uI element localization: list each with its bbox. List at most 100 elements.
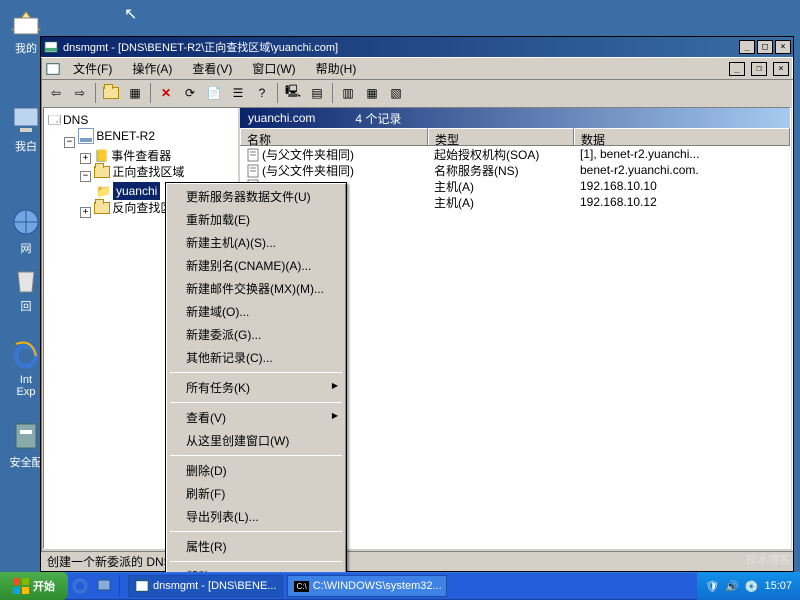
cm-all-tasks[interactable]: 所有任务(K) — [168, 376, 344, 399]
cm-other-new[interactable]: 其他新记录(C)... — [168, 346, 344, 369]
help-button[interactable]: ? — [251, 82, 273, 104]
zone-icon: 📁 — [96, 183, 111, 199]
toolbar: ⇦ ⇨ ▦ ✕ ⟳ 📄 ☰ ? 🖳 ▤ ▥ ▦ ▧ — [41, 79, 793, 105]
list-columns: 名称 类型 数据 — [240, 128, 790, 146]
quicklaunch-ie[interactable] — [68, 575, 92, 597]
separator — [170, 455, 342, 456]
dns-mmc-window: dnsmgmt - [DNS\BENET-R2\正向查找区域\yuanchi.c… — [40, 36, 794, 572]
menu-window[interactable]: 窗口(W) — [244, 58, 303, 79]
cm-properties[interactable]: 属性(R) — [168, 535, 344, 558]
clock[interactable]: 15:07 — [764, 580, 792, 592]
close-button[interactable]: × — [775, 40, 791, 54]
record-count: 4 个记录 — [355, 110, 401, 127]
cmd-icon: C:\ — [294, 581, 308, 592]
properties-button[interactable]: ☰ — [227, 82, 249, 104]
menubar: 文件(F) 操作(A) 查看(V) 窗口(W) 帮助(H) _ ❐ × — [41, 57, 793, 79]
list-header: yuanchi.com 4 个记录 — [240, 108, 790, 128]
folder-icon — [94, 166, 110, 178]
task-dnsmgmt[interactable]: dnsmgmt - [DNS\BENE... — [128, 575, 283, 597]
maximize-button[interactable]: □ — [757, 40, 773, 54]
task-label: dnsmgmt - [DNS\BENE... — [153, 580, 276, 592]
server-icon — [78, 128, 94, 144]
tree-zone-yuanchi[interactable]: 📁 yuanchi — [96, 182, 160, 200]
app-icon — [43, 39, 59, 55]
task-label: C:\WINDOWS\system32... — [313, 580, 442, 592]
tool-3[interactable]: ▥ — [337, 82, 359, 104]
tree-forward-zone[interactable]: 正向查找区域 — [94, 164, 184, 180]
menu-file[interactable]: 文件(F) — [65, 58, 120, 79]
tray-icon[interactable]: 🛡 — [705, 580, 719, 593]
col-type[interactable]: 类型 — [428, 128, 574, 145]
start-label: 开始 — [33, 578, 55, 594]
separator — [170, 372, 342, 373]
cm-refresh[interactable]: 刷新(F) — [168, 482, 344, 505]
child-restore-button[interactable]: ❐ — [751, 62, 767, 76]
desktop-label: 我的 — [15, 43, 37, 55]
system-tray[interactable]: 🛡 🔊 💿 15:07 — [697, 572, 800, 600]
zone-name: yuanchi.com — [248, 111, 315, 125]
separator — [170, 561, 342, 562]
window-title: dnsmgmt - [DNS\BENET-R2\正向查找区域\yuanchi.c… — [63, 39, 737, 55]
tree-server[interactable]: BENET-R2 — [78, 128, 155, 144]
content-area: 🗔 DNS − BENET-R2 — [43, 107, 791, 549]
menu-help[interactable]: 帮助(H) — [308, 58, 365, 79]
cm-update-file[interactable]: 更新服务器数据文件(U) — [168, 185, 344, 208]
separator — [170, 402, 342, 403]
expander-icon[interactable]: − — [64, 137, 75, 148]
export-button[interactable]: 📄 — [203, 82, 225, 104]
child-minimize-button[interactable]: _ — [729, 62, 745, 76]
quicklaunch-desktop[interactable] — [92, 575, 116, 597]
tool-2[interactable]: ▤ — [306, 82, 328, 104]
cm-new-alias[interactable]: 新建别名(CNAME)(A)... — [168, 254, 344, 277]
desktop-label: IntExp — [17, 374, 36, 398]
tray-icon[interactable]: 💿 — [745, 580, 759, 593]
cm-new-mx[interactable]: 新建邮件交换器(MX)(M)... — [168, 277, 344, 300]
forward-button[interactable]: ⇨ — [69, 82, 91, 104]
tool-1[interactable]: 🖳 — [282, 82, 304, 104]
cm-new-delegation[interactable]: 新建委派(G)... — [168, 323, 344, 346]
desktop-label: 网 — [21, 243, 32, 255]
desktop-label: 我白 — [15, 141, 37, 153]
up-button[interactable] — [100, 82, 122, 104]
cm-new-window[interactable]: 从这里创建窗口(W) — [168, 429, 344, 452]
show-hide-tree-button[interactable]: ▦ — [124, 82, 146, 104]
cm-reload[interactable]: 重新加载(E) — [168, 208, 344, 231]
tree-root-dns[interactable]: 🗔 DNS — [48, 112, 88, 128]
back-button[interactable]: ⇦ — [45, 82, 67, 104]
col-data[interactable]: 数据 — [574, 128, 790, 145]
folder-icon — [94, 202, 110, 214]
child-close-button[interactable]: × — [773, 62, 789, 76]
tree-eventviewer[interactable]: 📒 事件查看器 — [94, 148, 171, 164]
cm-view[interactable]: 查看(V) — [168, 406, 344, 429]
desktop-label: 安全配 — [10, 457, 43, 469]
tool-5[interactable]: ▧ — [385, 82, 407, 104]
separator — [170, 531, 342, 532]
cm-export[interactable]: 导出列表(L)... — [168, 505, 344, 528]
start-button[interactable]: 开始 — [0, 572, 68, 600]
expander-icon[interactable]: − — [80, 171, 91, 182]
tool-4[interactable]: ▦ — [361, 82, 383, 104]
tray-icon[interactable]: 🔊 — [725, 580, 739, 593]
mouse-cursor: ↖ — [124, 4, 137, 24]
titlebar[interactable]: dnsmgmt - [DNS\BENET-R2\正向查找区域\yuanchi.c… — [41, 37, 793, 57]
col-name[interactable]: 名称 — [240, 128, 428, 145]
console-icon — [45, 61, 61, 77]
taskbar: 开始 dnsmgmt - [DNS\BENE... C:\ C:\WINDOWS… — [0, 572, 800, 600]
expander-icon[interactable]: + — [80, 153, 91, 164]
record-row[interactable]: (与父文件夹相同)起始授权机构(SOA)[1], benet-r2.yuanch… — [240, 146, 790, 162]
taskbar-divider — [119, 575, 123, 597]
minimize-button[interactable]: _ — [739, 40, 755, 54]
refresh-button[interactable]: ⟳ — [179, 82, 201, 104]
statusbar: 创建一个新委派的 DNS 域。 — [41, 551, 793, 571]
cm-new-host[interactable]: 新建主机(A)(S)... — [168, 231, 344, 254]
cm-new-domain[interactable]: 新建域(O)... — [168, 300, 344, 323]
record-row[interactable]: (与父文件夹相同)名称服务器(NS)benet-r2.yuanchi.com. — [240, 162, 790, 178]
delete-button[interactable]: ✕ — [155, 82, 177, 104]
task-cmd[interactable]: C:\ C:\WINDOWS\system32... — [287, 575, 447, 597]
menu-view[interactable]: 查看(V) — [184, 58, 240, 79]
desktop-label: 回 — [21, 301, 32, 313]
menu-action[interactable]: 操作(A) — [124, 58, 180, 79]
book-icon: 📒 — [94, 148, 109, 164]
expander-icon[interactable]: + — [80, 207, 91, 218]
cm-delete[interactable]: 删除(D) — [168, 459, 344, 482]
